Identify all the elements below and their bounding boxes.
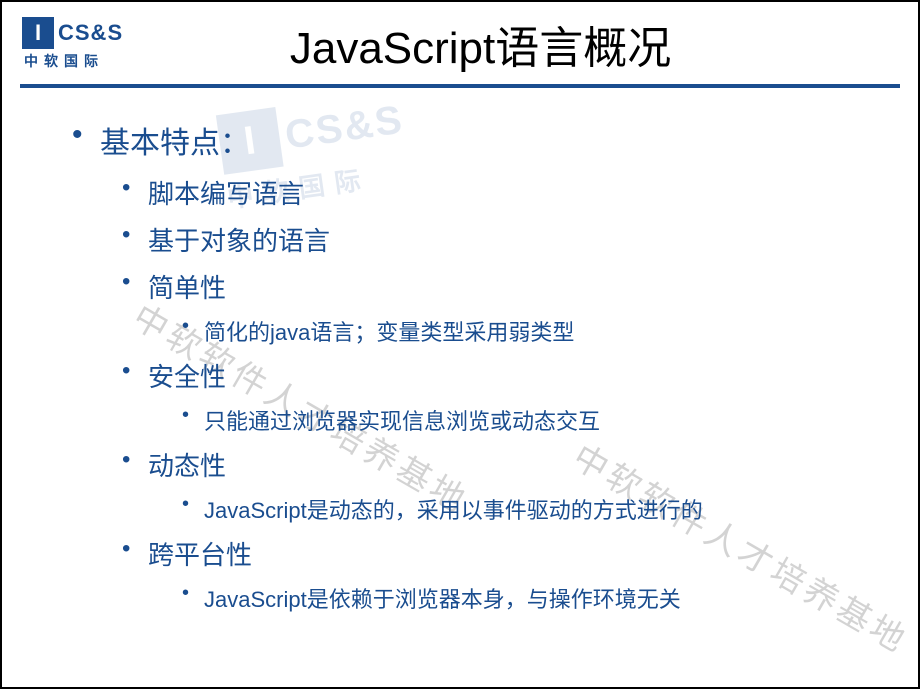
bullet-sub-item: JavaScript是依赖于浏览器本身，与操作环境无关 bbox=[182, 582, 878, 614]
content-heading: 基本特点： bbox=[72, 118, 878, 162]
logo-brand: CS&S bbox=[58, 20, 123, 46]
slide-title: JavaScript语言概况 bbox=[143, 12, 898, 76]
slide-content: 基本特点： 脚本编写语言 基于对象的语言 简单性 简化的java语言；变量类型采… bbox=[2, 88, 918, 644]
logo-mark: I bbox=[22, 17, 54, 49]
slide: I CS&S 中软国际 中软软件人才培养基地 中软软件人才培养基地 I CS&S… bbox=[0, 0, 920, 689]
bullet-sub-item: 简化的java语言；变量类型采用弱类型 bbox=[182, 315, 878, 347]
slide-header: I CS&S 中软国际 JavaScript语言概况 bbox=[2, 2, 918, 76]
bullet-sub-item: JavaScript是动态的，采用以事件驱动的方式进行的 bbox=[182, 493, 878, 525]
bullet-sub-item: 只能通过浏览器实现信息浏览或动态交互 bbox=[182, 404, 878, 436]
bullet-item: 动态性 bbox=[122, 446, 878, 483]
bullet-item: 安全性 bbox=[122, 357, 878, 394]
bullet-item: 跨平台性 bbox=[122, 535, 878, 572]
bullet-item: 简单性 bbox=[122, 268, 878, 305]
logo-subtitle: 中软国际 bbox=[24, 51, 104, 71]
bullet-item: 基于对象的语言 bbox=[122, 221, 878, 258]
bullet-item: 脚本编写语言 bbox=[122, 174, 878, 211]
company-logo: I CS&S 中软国际 bbox=[22, 17, 123, 71]
